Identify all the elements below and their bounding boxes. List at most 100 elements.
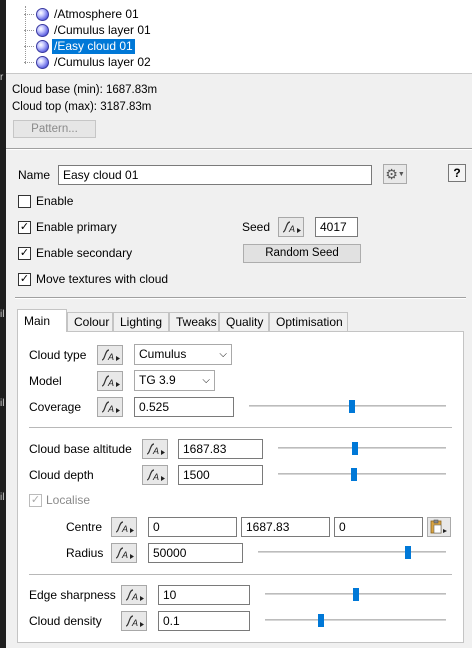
svg-text:A: A [121, 524, 128, 534]
slider-thumb[interactable] [349, 400, 356, 413]
function-curve-icon: A [146, 443, 165, 456]
cloud-depth-function-button[interactable]: A [142, 465, 168, 485]
enable-secondary-label: Enable secondary [36, 246, 133, 260]
gear-icon: ⚙ [385, 165, 398, 182]
slider-track [278, 447, 446, 449]
tab-lighting[interactable]: Lighting [113, 312, 169, 331]
svg-text:A: A [107, 352, 114, 362]
base-altitude-function-button[interactable]: A [142, 439, 168, 459]
tree-connector [24, 45, 34, 47]
gear-menu-button[interactable]: ⚙ ▼ [383, 164, 407, 184]
coverage-label: Coverage [29, 400, 82, 414]
paste-button[interactable] [427, 517, 451, 537]
tree-item-easy-cloud-01[interactable]: /Easy cloud 01 [24, 38, 135, 54]
edge-mark: r [0, 72, 4, 83]
cloud-depth-slider[interactable] [278, 467, 446, 481]
coverage-function-button[interactable]: A [97, 397, 123, 417]
node-tree[interactable]: /Atmosphere 01 /Cumulus layer 01 /Easy c… [6, 0, 472, 74]
edge-sharpness-field[interactable]: 10 [158, 585, 250, 605]
cloud-type-label: Cloud type [29, 348, 87, 362]
edge-sharpness-label: Edge sharpness [29, 588, 116, 602]
tree-item-label: /Easy cloud 01 [52, 38, 135, 54]
radius-field[interactable]: 50000 [148, 543, 243, 563]
left-edge-strip: r il il il [0, 0, 6, 648]
chevron-down-icon: ⌵ [219, 349, 227, 360]
cloud-top-info: Cloud top (max): 3187.83m [12, 101, 152, 113]
coverage-field[interactable]: 0.525 [134, 397, 234, 417]
help-button[interactable]: ? [448, 164, 466, 182]
centre-label: Centre [66, 520, 103, 534]
tab-main[interactable]: Main [17, 309, 67, 332]
slider-thumb[interactable] [318, 614, 325, 627]
function-curve-icon: A [101, 401, 120, 414]
name-label: Name [18, 168, 51, 182]
radius-slider[interactable] [258, 545, 446, 559]
base-altitude-slider[interactable] [278, 441, 446, 455]
cloud-type-function-button[interactable]: A [97, 345, 123, 365]
cloud-density-field[interactable]: 0.1 [158, 611, 250, 631]
edge-sharpness-function-button[interactable]: A [121, 585, 147, 605]
localise-checkbox[interactable]: ✓ [29, 494, 42, 507]
tree-item-label: /Cumulus layer 02 [54, 54, 151, 69]
tab-colour[interactable]: Colour [67, 312, 113, 331]
chevron-down-icon: ⌵ [202, 375, 210, 386]
function-curve-icon: A [101, 349, 120, 362]
pattern-button[interactable]: Pattern... [13, 120, 96, 138]
coverage-slider[interactable] [249, 399, 446, 413]
cloud-density-slider[interactable] [265, 613, 446, 627]
cloud-depth-label: Cloud depth [29, 468, 94, 482]
centre-y-field[interactable]: 1687.83 [241, 517, 330, 537]
sphere-node-icon [36, 39, 49, 53]
slider-track [258, 551, 446, 553]
enable-primary-label: Enable primary [36, 220, 117, 234]
base-altitude-label: Cloud base altitude [29, 442, 132, 456]
radius-function-button[interactable]: A [111, 543, 137, 563]
model-label: Model [29, 374, 62, 388]
function-curve-icon: A [101, 375, 120, 388]
centre-x-field[interactable]: 0 [148, 517, 237, 537]
tree-connector [24, 29, 34, 31]
function-curve-icon: A [115, 547, 134, 560]
slider-thumb[interactable] [352, 588, 359, 601]
tree-item-cumulus-layer-01[interactable]: /Cumulus layer 01 [24, 22, 153, 38]
base-altitude-field[interactable]: 1687.83 [178, 439, 263, 459]
centre-z-field[interactable]: 0 [334, 517, 423, 537]
enable-checkbox[interactable] [18, 195, 31, 208]
edge-mark: il [0, 398, 5, 409]
localise-label: Localise [46, 493, 91, 507]
random-seed-button[interactable]: Random Seed [243, 244, 361, 263]
enable-secondary-checkbox[interactable]: ✓ [18, 247, 31, 260]
dropdown-arrow-icon: ▼ [397, 170, 405, 178]
sphere-node-icon [36, 23, 49, 37]
move-textures-checkbox[interactable]: ✓ [18, 273, 31, 286]
seed-function-button[interactable]: A [278, 217, 304, 237]
slider-track [249, 405, 446, 407]
cloud-depth-field[interactable]: 1500 [178, 465, 263, 485]
tree-item-label: /Atmosphere 01 [54, 6, 139, 21]
slider-thumb[interactable] [352, 442, 359, 455]
model-select[interactable]: TG 3.9 ⌵ [134, 370, 215, 391]
slider-thumb[interactable] [350, 468, 357, 481]
edge-mark: il [0, 492, 5, 503]
svg-text:A: A [107, 378, 114, 388]
svg-text:A: A [107, 404, 114, 414]
tree-item-atmosphere[interactable]: /Atmosphere 01 [24, 6, 141, 22]
slider-thumb[interactable] [405, 546, 412, 559]
edge-sharpness-slider[interactable] [265, 587, 446, 601]
tree-item-cumulus-layer-02[interactable]: /Cumulus layer 02 [24, 54, 153, 70]
tab-optimisation[interactable]: Optimisation [269, 312, 348, 331]
seed-field[interactable]: 4017 [315, 217, 358, 237]
move-textures-label: Move textures with cloud [36, 272, 169, 286]
model-function-button[interactable]: A [97, 371, 123, 391]
centre-function-button[interactable]: A [111, 517, 137, 537]
section-divider [15, 297, 466, 299]
tab-quality[interactable]: Quality [219, 312, 269, 331]
cloud-type-select[interactable]: Cumulus ⌵ [134, 344, 232, 365]
enable-primary-checkbox[interactable]: ✓ [18, 221, 31, 234]
name-field[interactable]: Easy cloud 01 [58, 165, 372, 185]
tree-connector [24, 61, 34, 63]
cloud-density-function-button[interactable]: A [121, 611, 147, 631]
sphere-node-icon [36, 55, 49, 69]
tab-tweaks[interactable]: Tweaks [169, 312, 219, 331]
slider-track [278, 473, 446, 475]
